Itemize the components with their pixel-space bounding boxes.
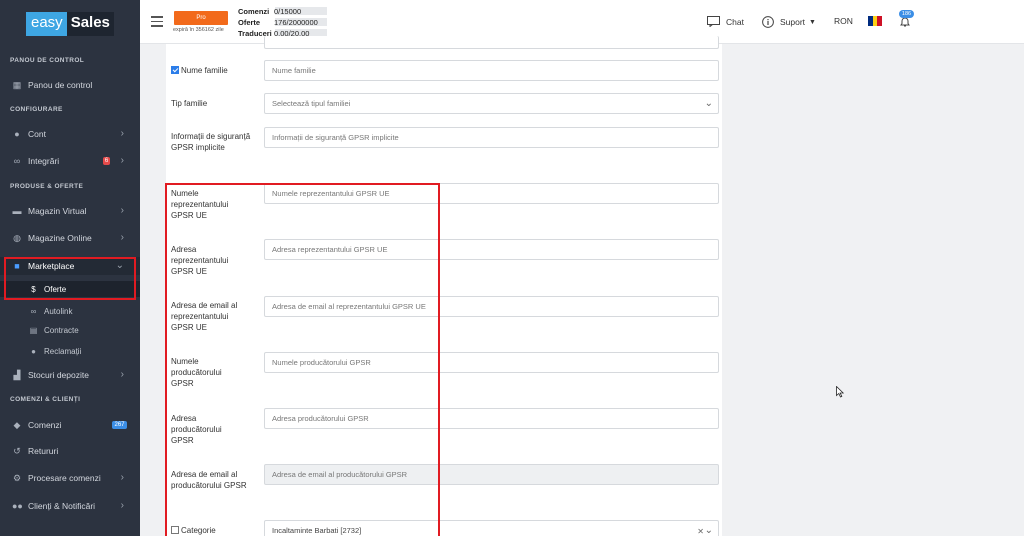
label-tip-familie: Tip familie xyxy=(171,99,208,108)
integrari-badge: 6 xyxy=(103,157,110,165)
sidebar-item-label: Procesare comenzi xyxy=(28,473,101,483)
gear-icon: ⚙ xyxy=(12,473,22,483)
chevron-right-icon: › xyxy=(120,369,124,380)
chevron-right-icon: › xyxy=(120,155,124,166)
logo[interactable]: easy Sales xyxy=(26,12,114,36)
sidebar-item-label: Panou de control xyxy=(28,80,93,90)
chevron-right-icon: › xyxy=(120,472,124,483)
comenzi-badge: 267 xyxy=(112,421,127,429)
label-text: Nume familie xyxy=(181,66,228,75)
stat-oferte: Oferte xyxy=(238,18,260,27)
link-icon: ∞ xyxy=(13,156,21,166)
label-info-gpsr: Informații de siguranță GPSR implicite xyxy=(171,132,251,152)
sidebar-item-label: Reclamații xyxy=(44,346,82,356)
sidebar-sub-reclamatii[interactable]: ● Reclamații xyxy=(0,343,140,359)
currency-selector[interactable]: RON xyxy=(834,16,853,26)
gpsr-highlight xyxy=(165,183,440,536)
chevron-right-icon: › xyxy=(120,128,124,139)
sidebar-item-label: Stocuri depozite xyxy=(28,370,89,380)
sidebar-item-label: Integrări xyxy=(28,156,60,166)
previous-field[interactable] xyxy=(264,36,719,49)
sidebar-item-label: Retururi xyxy=(28,446,59,456)
sidebar-item-label: Magazine Online xyxy=(28,233,92,243)
sidebar-item-label: Clienți & Notificări xyxy=(28,501,96,511)
sidebar-item-label: Comenzi xyxy=(28,420,62,430)
section-config: CONFIGURARE xyxy=(10,106,63,113)
sidebar-item-clienti[interactable]: ●● Clienți & Notificări › xyxy=(0,497,140,515)
sidebar-item-magazine-online[interactable]: ◍ Magazine Online › xyxy=(0,229,140,247)
nume-familie-input[interactable]: Nume familie xyxy=(264,60,719,81)
sidebar-item-label: Cont xyxy=(28,129,46,139)
link-icon: ∞ xyxy=(30,306,37,316)
sidebar-item-magazin-virtual[interactable]: ▬ Magazin Virtual › xyxy=(0,202,140,220)
plan-button[interactable]: Pro xyxy=(174,11,228,25)
chevron-right-icon: › xyxy=(120,500,124,511)
section-panou: PANOU DE CONTROL xyxy=(10,57,85,64)
flag-ro-icon[interactable] xyxy=(868,16,883,26)
sidebar-sub-autolink[interactable]: ∞ Autolink xyxy=(0,303,140,319)
logo-sales: Sales xyxy=(66,12,114,36)
sidebar: easy Sales PANOU DE CONTROL ▦ Panou de c… xyxy=(0,0,140,536)
chevron-down-icon: ⌄ xyxy=(704,98,713,109)
globe-icon: ◍ xyxy=(13,233,21,243)
label-nume-familie: Nume familie xyxy=(171,65,251,76)
stat-value: 0/15000 xyxy=(274,7,302,16)
tip-familie-value: Selectează tipul familiei xyxy=(272,99,351,108)
plan-expires: expiră în 356162 zile xyxy=(173,27,224,33)
sidebar-item-label: Autolink xyxy=(44,306,73,316)
section-comenzi: COMENZI & CLIENȚI xyxy=(10,396,81,403)
stat-label: Comenzi xyxy=(238,7,270,16)
section-produse: PRODUSE & OFERTE xyxy=(10,183,84,190)
sidebar-item-stocuri[interactable]: ▟ Stocuri depozite › xyxy=(0,366,140,384)
sidebar-item-cont[interactable]: ● Cont › xyxy=(0,125,140,143)
user-icon: ● xyxy=(14,129,20,139)
tag-icon: ◆ xyxy=(13,420,21,430)
chevron-right-icon: › xyxy=(120,232,124,243)
document-icon: ▤ xyxy=(29,325,38,335)
support-label: Suport xyxy=(780,17,806,27)
return-icon: ↺ xyxy=(13,446,21,456)
shop-icon: ▬ xyxy=(12,206,22,216)
marketplace-highlight xyxy=(4,257,136,300)
chat-icon xyxy=(707,16,720,27)
tip-familie-select[interactable]: Selectează tipul familiei ⌄ xyxy=(264,93,719,114)
users-icon: ●● xyxy=(12,501,23,511)
notification-badge: 186 xyxy=(899,10,914,18)
stat-comenzi: Comenzi xyxy=(238,7,269,16)
sidebar-item-label: Contracte xyxy=(44,325,79,335)
sidebar-item-integrari[interactable]: ∞ Integrări › xyxy=(0,152,140,170)
info-gpsr-input[interactable]: Informații de siguranță GPSR implicite xyxy=(264,127,719,148)
chevron-down-icon: ⌄ xyxy=(704,525,713,536)
stat-value: 176/2000000 xyxy=(274,18,318,27)
caret-down-icon: ▼ xyxy=(809,18,816,26)
stat-label: Oferte xyxy=(238,18,261,27)
sidebar-item-label: Magazin Virtual xyxy=(28,206,87,216)
chat-button[interactable]: Chat xyxy=(707,16,744,27)
info-icon xyxy=(762,16,774,28)
chevron-right-icon: › xyxy=(120,205,124,216)
alert-icon: ● xyxy=(31,346,36,356)
sidebar-item-procesare[interactable]: ⚙ Procesare comenzi › xyxy=(0,469,140,487)
menu-icon[interactable] xyxy=(151,16,163,27)
warehouse-icon: ▟ xyxy=(13,370,21,380)
sidebar-item-retururi[interactable]: ↺ Retururi xyxy=(0,442,140,460)
dashboard-icon: ▦ xyxy=(12,80,22,90)
logo-easy: easy xyxy=(26,12,67,36)
clear-icon[interactable]: ✕ xyxy=(697,522,704,536)
sidebar-item-panou[interactable]: ▦ Panou de control xyxy=(0,76,140,94)
mouse-cursor-icon xyxy=(836,386,844,398)
nume-familie-checkbox[interactable] xyxy=(171,66,179,74)
support-button[interactable]: Suport ▼ xyxy=(762,16,816,28)
chat-label: Chat xyxy=(726,16,744,27)
sidebar-sub-contracte[interactable]: ▤ Contracte xyxy=(0,322,140,338)
